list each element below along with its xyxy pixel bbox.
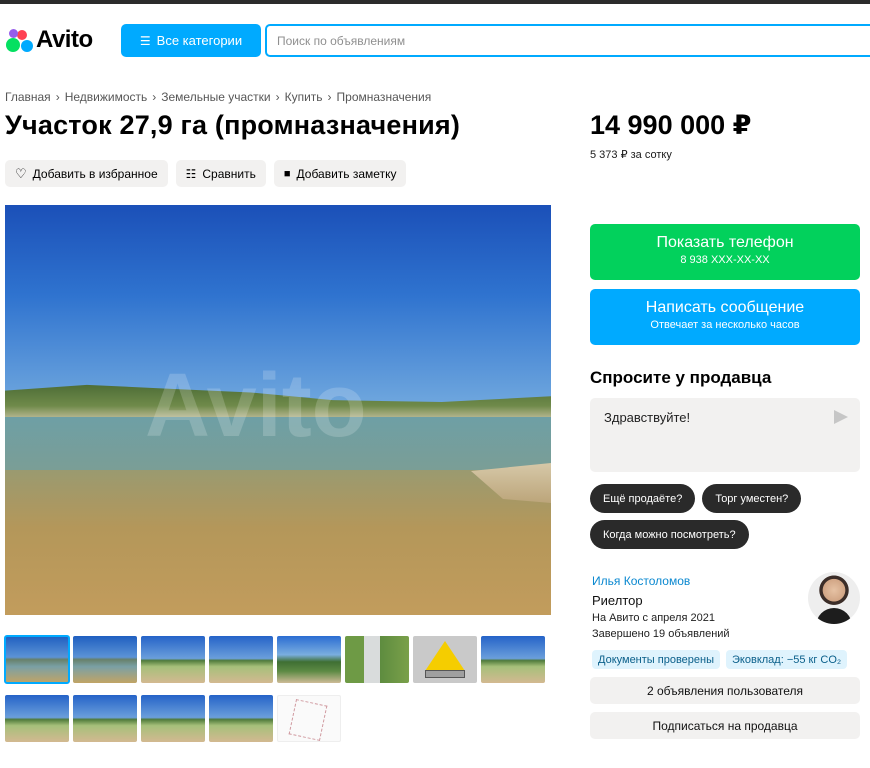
message-input[interactable]: Здравствуйте!: [590, 398, 860, 472]
heart-icon: ♡: [15, 165, 27, 181]
write-message-button[interactable]: Написать сообщение Отвечает за несколько…: [590, 289, 860, 345]
response-time: Отвечает за несколько часов: [650, 319, 800, 331]
listing-actions: ♡ Добавить в избранное ☷ Сравнить ■ Доба…: [5, 160, 407, 187]
avito-watermark: Avito: [145, 356, 367, 456]
thumbnail[interactable]: [73, 695, 137, 742]
phone-masked: 8 938 XXX-XX-XX: [680, 254, 770, 266]
chevron-right-icon: ›: [55, 90, 60, 104]
quick-question-chip[interactable]: Торг уместен?: [702, 484, 802, 513]
quick-question-chip[interactable]: Ещё продаёте?: [590, 484, 696, 513]
seller-avatar[interactable]: [808, 572, 860, 624]
thumbnail[interactable]: [73, 636, 137, 683]
search-input[interactable]: Поиск по объявлениям: [265, 24, 870, 57]
breadcrumb: Главная › Недвижимость › Земельные участ…: [5, 90, 431, 104]
seller-since: На Авито с апреля 2021: [592, 612, 715, 624]
all-categories-button[interactable]: ☰ Все категории: [121, 24, 261, 57]
note-label: Добавить заметку: [296, 166, 397, 181]
seller-role: Риелтор: [592, 593, 643, 608]
listing-title: Участок 27,9 га (промназначения): [5, 110, 461, 140]
eco-contribution-badge[interactable]: Эковклад: −55 кг CO₂: [726, 650, 848, 669]
thumbnail-gallery: [4, 635, 551, 754]
main-photo[interactable]: Avito: [5, 205, 551, 615]
message-value: Здравствуйте!: [604, 410, 691, 425]
thumbnail[interactable]: [413, 636, 477, 683]
breadcrumb-item[interactable]: Земельные участки: [161, 90, 270, 104]
quick-questions: Ещё продаёте? Торг уместен? Когда можно …: [590, 484, 860, 549]
thumbnail[interactable]: [277, 636, 341, 683]
add-to-favorites-button[interactable]: ♡ Добавить в избранное: [5, 160, 168, 187]
thumbnail[interactable]: [209, 636, 273, 683]
thumbnail[interactable]: [141, 636, 205, 683]
show-phone-button[interactable]: Показать телефон 8 938 XXX-XX-XX: [590, 224, 860, 280]
logo-text: Avito: [36, 26, 93, 53]
compare-icon: ☷: [185, 166, 197, 181]
favorites-label: Добавить в избранное: [32, 166, 158, 181]
chevron-right-icon: ›: [152, 90, 157, 104]
thumbnail[interactable]: [4, 635, 70, 684]
seller-completed: Завершено 19 объявлений: [592, 628, 730, 640]
add-note-button[interactable]: ■ Добавить заметку: [273, 160, 407, 187]
avito-logo[interactable]: Avito: [6, 26, 93, 54]
seller-badges: Документы проверены Эковклад: −55 кг CO₂: [592, 650, 848, 669]
thumbnail[interactable]: [209, 695, 273, 742]
show-phone-label: Показать телефон: [656, 234, 794, 251]
note-icon: ■: [283, 167, 291, 180]
compare-label: Сравнить: [202, 166, 256, 181]
send-icon[interactable]: [834, 410, 848, 424]
breadcrumb-item[interactable]: Главная: [5, 90, 51, 104]
search-placeholder: Поиск по объявлениям: [277, 33, 406, 48]
breadcrumb-item[interactable]: Недвижимость: [65, 90, 148, 104]
breadcrumb-item[interactable]: Промназначения: [337, 90, 432, 104]
compare-button[interactable]: ☷ Сравнить: [175, 160, 266, 187]
write-message-label: Написать сообщение: [645, 299, 805, 316]
price-per-unit: 5 373 ₽ за сотку: [590, 149, 672, 161]
seller-name-link[interactable]: Илья Костоломов: [592, 574, 690, 588]
chevron-right-icon: ›: [327, 90, 332, 104]
top-bar: [0, 0, 870, 4]
all-categories-label: Все категории: [156, 33, 243, 48]
thumbnail[interactable]: [345, 636, 409, 683]
breadcrumb-item[interactable]: Купить: [285, 90, 323, 104]
thumbnail[interactable]: [277, 695, 341, 742]
menu-search-icon: ☰: [139, 33, 151, 48]
seller-listings-button[interactable]: 2 объявления пользователя: [590, 677, 860, 704]
logo-dots-icon: [6, 27, 34, 53]
thumbnail[interactable]: [481, 636, 545, 683]
quick-question-chip[interactable]: Когда можно посмотреть?: [590, 520, 749, 549]
thumbnail[interactable]: [5, 695, 69, 742]
documents-verified-badge[interactable]: Документы проверены: [592, 650, 721, 669]
ask-seller-title: Спросите у продавца: [590, 368, 772, 387]
thumbnail[interactable]: [141, 695, 205, 742]
chevron-right-icon: ›: [275, 90, 280, 104]
subscribe-seller-button[interactable]: Подписаться на продавца: [590, 712, 860, 739]
listing-price: 14 990 000 ₽: [590, 110, 752, 140]
warning-sign-icon: [425, 640, 465, 671]
